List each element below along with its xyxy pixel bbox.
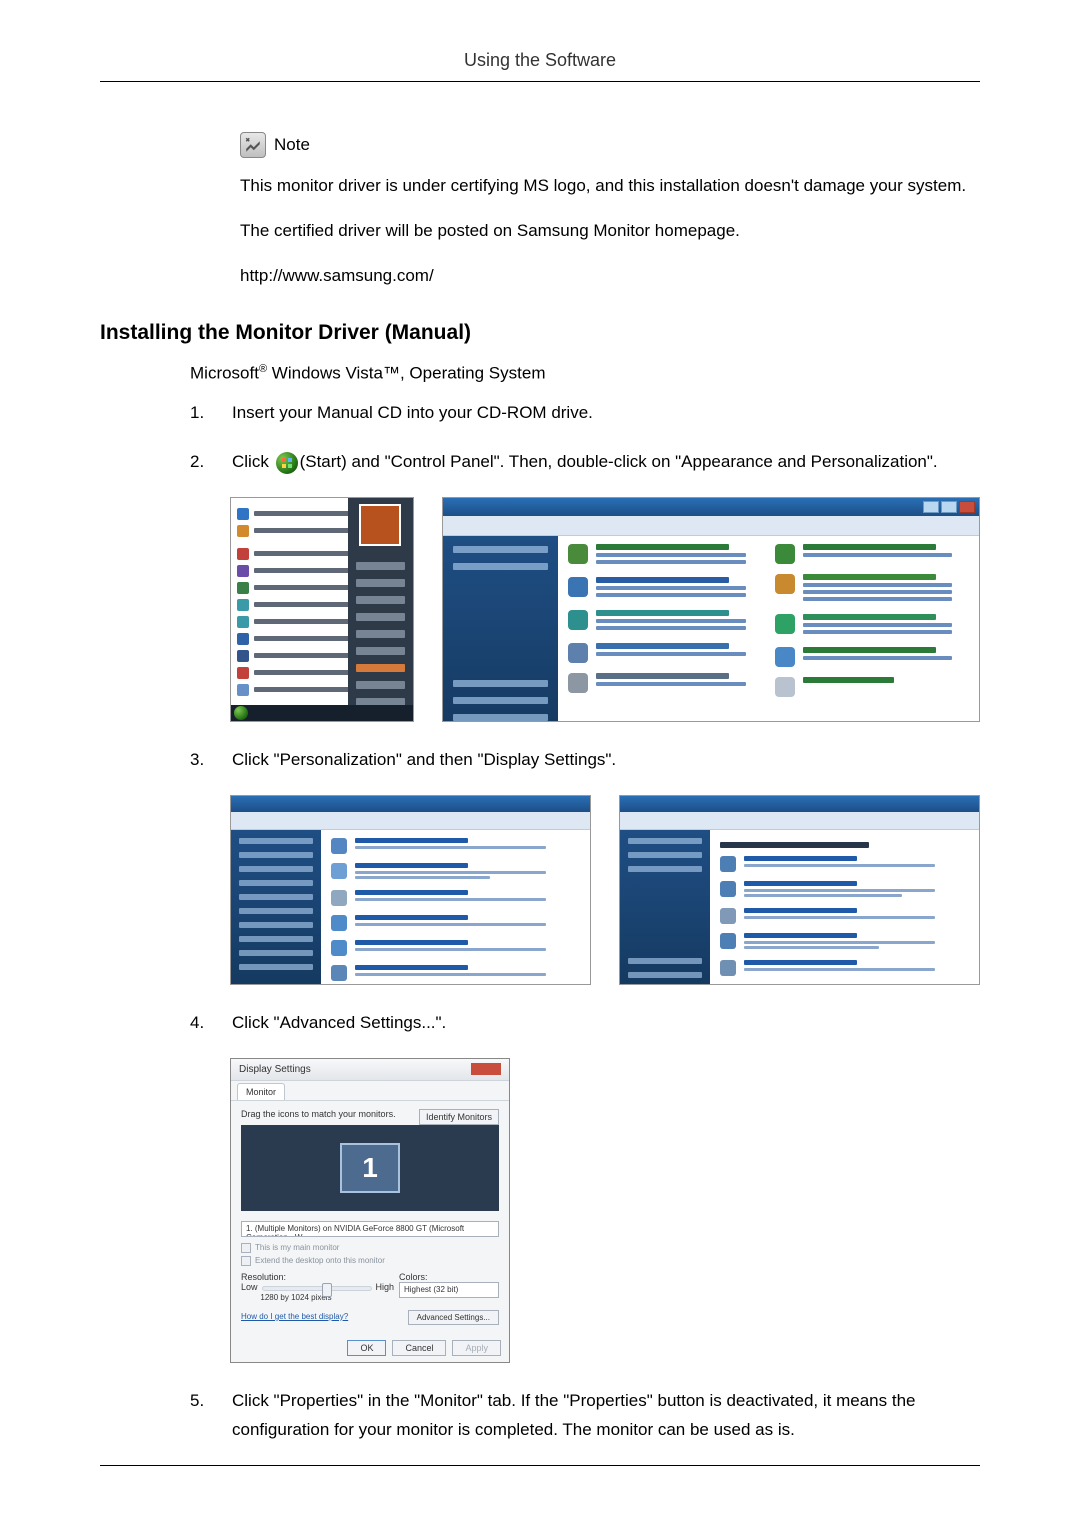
tab-monitor: Monitor (237, 1083, 285, 1100)
monitor-icon: 1 (340, 1143, 400, 1193)
resolution-label: Resolution: (241, 1272, 394, 1282)
step-3: 3. Click "Personalization" and then "Dis… (190, 746, 980, 775)
screenshot-personalization (619, 795, 980, 985)
resolution-value: 1280 by 1024 pixels (241, 1293, 351, 1302)
step-number: 3. (190, 746, 210, 775)
step-5: 5. Click "Properties" in the "Monitor" t… (190, 1387, 980, 1445)
header-rule (100, 81, 980, 82)
screenshot-start-menu (230, 497, 414, 722)
screenshot-control-panel (442, 497, 980, 722)
os-suffix: , Operating System (400, 363, 546, 382)
step-1: 1. Insert your Manual CD into your CD-RO… (190, 399, 980, 428)
os-line: Microsoft® Windows Vista™, Operating Sys… (190, 363, 980, 384)
step-2: 2. Click (Start) and "Control Panel". Th… (190, 448, 980, 477)
note-paragraph-1: This monitor driver is under certifying … (240, 172, 980, 201)
step-body: Insert your Manual CD into your CD-ROM d… (232, 399, 980, 428)
step-body: Click (Start) and "Control Panel". Then,… (232, 448, 980, 477)
step-body: Click "Properties" in the "Monitor" tab.… (232, 1387, 980, 1445)
note-icon (240, 132, 266, 158)
start-orb-icon (234, 706, 248, 720)
note-label: Note (274, 135, 310, 155)
colors-label: Colors: (399, 1272, 499, 1282)
ok-button: OK (347, 1340, 386, 1356)
cancel-button: Cancel (392, 1340, 446, 1356)
step2-text-a: Click (232, 452, 274, 471)
step2-screenshots (230, 497, 980, 722)
page-header-title: Using the Software (100, 50, 980, 81)
screenshot-display-settings: Display Settings Monitor Identify Monito… (230, 1058, 510, 1363)
main-monitor-checkbox: This is my main monitor (241, 1243, 499, 1253)
step-body: Click "Advanced Settings...". (232, 1009, 980, 1038)
step-4: 4. Click "Advanced Settings...". (190, 1009, 980, 1038)
chk1-label: This is my main monitor (255, 1243, 339, 1252)
step-number: 2. (190, 448, 210, 477)
res-low: Low (241, 1282, 258, 1292)
step-number: 1. (190, 399, 210, 428)
colors-select: Highest (32 bit) (399, 1282, 499, 1298)
note-paragraph-2: The certified driver will be posted on S… (240, 217, 980, 246)
res-high: High (376, 1282, 395, 1292)
screenshot-appearance-personalization (230, 795, 591, 985)
step2-text-b: (Start) and "Control Panel". Then, doubl… (300, 452, 938, 471)
os-reg: ® (259, 363, 267, 375)
note-url: http://www.samsung.com/ (240, 262, 980, 291)
step-body: Click "Personalization" and then "Displa… (232, 746, 980, 775)
step-number: 4. (190, 1009, 210, 1038)
step3-screenshots (230, 795, 980, 985)
os-tm: ™ (383, 363, 400, 382)
footer-rule (100, 1465, 980, 1466)
os-prefix: Microsoft (190, 363, 259, 382)
step-number: 5. (190, 1387, 210, 1445)
note-block: Note This monitor driver is under certif… (240, 132, 980, 291)
identify-monitors-button: Identify Monitors (419, 1109, 499, 1125)
os-mid: Windows Vista (267, 363, 383, 382)
help-link: How do I get the best display? (241, 1312, 348, 1321)
monitor-select: 1. (Multiple Monitors) on NVIDIA GeForce… (241, 1221, 499, 1237)
resolution-slider (262, 1286, 372, 1291)
close-icon (959, 501, 975, 513)
chk2-label: Extend the desktop onto this monitor (255, 1256, 385, 1265)
section-title: Installing the Monitor Driver (Manual) (100, 321, 980, 345)
close-icon (471, 1063, 501, 1075)
apply-button: Apply (452, 1340, 501, 1356)
monitor-preview-area: 1 (241, 1125, 499, 1211)
extend-desktop-checkbox: Extend the desktop onto this monitor (241, 1256, 499, 1266)
advanced-settings-button: Advanced Settings... (408, 1310, 499, 1325)
windows-start-icon (276, 452, 298, 474)
dialog-title: Display Settings (239, 1064, 311, 1075)
